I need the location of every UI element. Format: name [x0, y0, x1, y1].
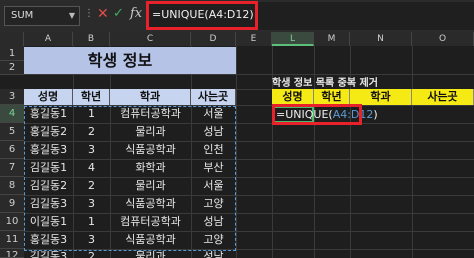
row-header-9[interactable]: 9 [0, 195, 24, 213]
row-header-8[interactable]: 8 [0, 177, 24, 195]
cancel-icon[interactable]: ✕ [97, 6, 109, 22]
sheet-title-text: 학생 정보 [87, 51, 153, 70]
cell-highlight-box [272, 104, 362, 125]
header-grade: 학년 [73, 89, 110, 105]
row-header-11[interactable]: 11 [0, 231, 24, 249]
row-header-1[interactable]: 1 [0, 46, 24, 61]
result-header-major: 학과 [350, 89, 412, 105]
chevron-down-icon[interactable]: ▼ [69, 7, 75, 25]
referenced-range-highlight [24, 106, 236, 251]
insert-function-icon[interactable]: fx [130, 6, 142, 21]
column-header-a[interactable]: A [24, 32, 73, 46]
column-header-l[interactable]: L [272, 32, 314, 46]
name-box[interactable]: SUM ▼ [4, 6, 80, 26]
row-header-10[interactable]: 10 [0, 213, 24, 231]
grid-line [236, 46, 237, 258]
header-name: 성명 [24, 89, 73, 105]
row-header-5[interactable]: 5 [0, 123, 24, 141]
grid-line [412, 46, 413, 258]
result-header-city: 사는곳 [412, 89, 474, 105]
result-header-name: 성명 [272, 89, 314, 105]
enter-icon[interactable]: ✓ [113, 6, 124, 21]
result-title: 학생 정보 목록 중복 제거 [272, 78, 378, 89]
row-header-6[interactable]: 6 [0, 141, 24, 159]
select-all-corner[interactable] [0, 32, 24, 46]
row-header-2[interactable]: 2 [0, 61, 24, 75]
column-header-m[interactable]: M [314, 32, 350, 46]
row-header-7[interactable]: 7 [0, 159, 24, 177]
column-header-c[interactable]: C [110, 32, 191, 46]
table-cell[interactable]: 물리과 [110, 250, 191, 258]
result-header-grade: 학년 [314, 89, 350, 105]
row-header-3[interactable]: 3 [0, 89, 24, 105]
sheet-title: 학생 정보 [24, 47, 236, 74]
column-header-n[interactable]: N [350, 32, 412, 46]
table-cell[interactable]: 2 [73, 250, 110, 258]
table-cell[interactable]: 김길동3 [24, 250, 73, 258]
formula-highlight-box [146, 1, 258, 30]
formula-bar: SUM ▼ ⋮ ✕ ✓ fx =UNIQUE(A4:D12) [0, 0, 474, 32]
header-major: 학과 [110, 89, 191, 105]
column-header-o[interactable]: O [412, 32, 474, 46]
row-header-4[interactable]: 4 [0, 105, 24, 123]
name-box-value: SUM [11, 10, 34, 21]
column-header-b[interactable]: B [73, 32, 110, 46]
header-city: 사는곳 [191, 89, 236, 105]
column-header-e[interactable]: E [236, 32, 272, 46]
more-options-icon[interactable]: ⋮ [84, 8, 94, 19]
cell-formula-suffix: ) [373, 108, 378, 121]
column-header-d[interactable]: D [191, 32, 236, 46]
table-cell[interactable]: 성남 [191, 250, 236, 258]
row-header-12[interactable]: 12 [0, 249, 24, 258]
